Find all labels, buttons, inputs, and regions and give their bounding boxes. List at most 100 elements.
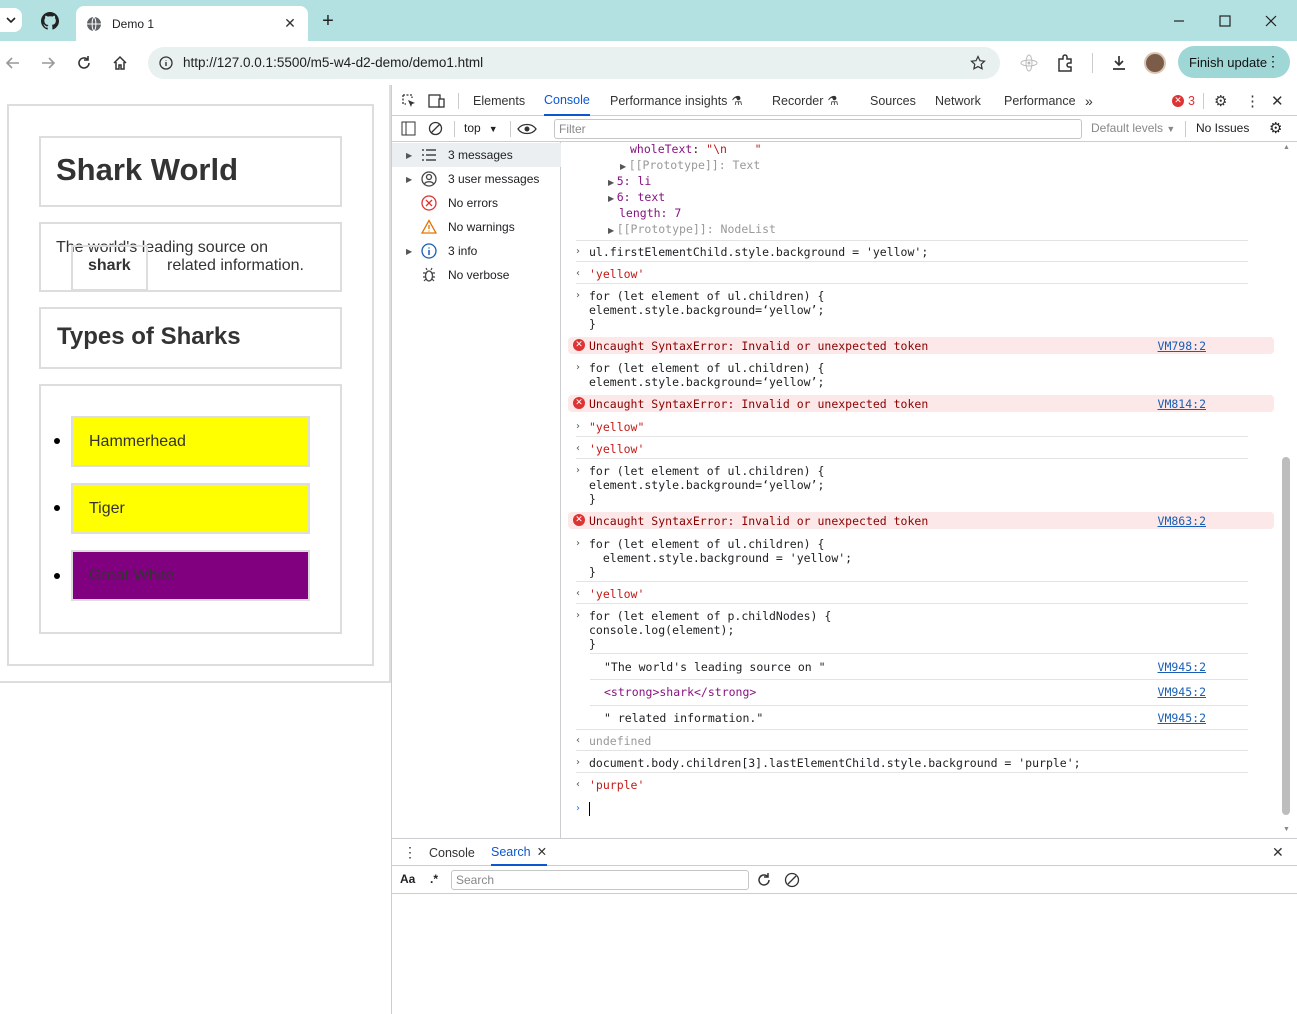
expand-arrow-icon[interactable]: ▶ [608, 178, 617, 187]
extensions-puzzle-icon[interactable] [1053, 51, 1077, 75]
result-arrow-icon: ‹ [576, 588, 580, 599]
expand-arrow-icon[interactable]: ▶ [406, 175, 412, 184]
scrollbar-thumb[interactable] [1282, 457, 1290, 815]
scroll-up-icon[interactable]: ▲ [1283, 144, 1290, 151]
list-icon [421, 147, 437, 163]
prototype-text: [[Prototype]]: Text [628, 158, 761, 172]
sidebar-item-messages[interactable]: ▶ 3 messages [392, 143, 561, 167]
close-tab-icon[interactable]: ✕ [537, 844, 547, 859]
forward-icon[interactable] [36, 51, 60, 75]
live-expression-eye-icon[interactable] [517, 122, 537, 136]
log-output: "The world's leading source on " [604, 660, 826, 674]
input-chevron-icon: › [576, 757, 580, 768]
warning-icon [421, 219, 437, 235]
close-devtools-icon[interactable]: ✕ [1271, 85, 1284, 116]
source-link[interactable]: VM945:2 [1158, 685, 1206, 699]
tab-search-button[interactable] [0, 8, 22, 32]
drawer-tab-console[interactable]: Console [429, 839, 475, 866]
tab-elements[interactable]: Elements [473, 85, 525, 116]
intro-text-after: related information. [167, 257, 304, 274]
drawer-tab-search[interactable]: Search ✕ [491, 839, 548, 866]
sidebar-item-errors[interactable]: No errors [392, 191, 561, 215]
profile-avatar[interactable] [1143, 51, 1167, 75]
caret-down-icon: ▼ [1166, 124, 1176, 134]
sidebar-item-info[interactable]: ▶ 3 info [392, 239, 561, 263]
expand-arrow-icon[interactable]: ▶ [620, 162, 629, 171]
scroll-down-icon[interactable]: ▼ [1283, 826, 1290, 833]
console-scrollbar[interactable]: ▲ ▼ [1279, 142, 1291, 838]
source-link[interactable]: VM945:2 [1158, 711, 1206, 725]
close-window-icon[interactable] [1248, 0, 1294, 41]
context-selector[interactable]: top ▼ [464, 121, 498, 135]
source-link[interactable]: VM945:2 [1158, 660, 1206, 674]
console-settings-icon[interactable]: ⚙ [1269, 119, 1282, 137]
github-icon[interactable] [38, 9, 62, 33]
expand-arrow-icon[interactable]: ▶ [608, 226, 617, 235]
result-arrow-icon: ‹ [576, 735, 580, 746]
device-toolbar-icon[interactable] [428, 85, 446, 116]
tab-sources[interactable]: Sources [870, 85, 916, 116]
expand-arrow-icon[interactable]: ▶ [406, 247, 412, 256]
sidebar-item-warnings[interactable]: No warnings [392, 215, 561, 239]
input-chevron-icon: › [576, 803, 580, 814]
filter-input[interactable]: Filter [554, 119, 1082, 139]
source-link[interactable]: VM814:2 [1158, 397, 1206, 411]
maximize-icon[interactable] [1202, 0, 1248, 41]
log-levels-dropdown[interactable]: Default levels ▼ [1091, 121, 1175, 135]
clear-search-icon[interactable] [784, 872, 800, 888]
tab-performance-insights[interactable]: Performance insights ⚗ [610, 85, 743, 116]
more-tabs-icon[interactable]: » [1085, 85, 1093, 116]
minimize-icon[interactable] [1156, 0, 1202, 41]
search-input[interactable]: Search [451, 870, 749, 890]
settings-gear-icon[interactable]: ⚙ [1214, 85, 1227, 116]
more-options-icon[interactable]: ⋮ [1245, 85, 1260, 116]
inspect-element-icon[interactable] [401, 85, 417, 116]
sidebar-item-verbose[interactable]: No verbose [392, 263, 561, 287]
console-separator [576, 729, 1248, 730]
more-vert-icon[interactable]: ⋮ [1266, 53, 1280, 70]
console-prompt[interactable]: › [562, 802, 1248, 818]
site-info-icon[interactable] [159, 56, 173, 70]
refresh-search-icon[interactable] [756, 872, 772, 888]
sidebar-item-user-messages[interactable]: ▶ 3 user messages [392, 167, 561, 191]
expand-arrow-icon[interactable]: ▶ [406, 151, 412, 160]
console-command: "yellow" [589, 420, 645, 434]
text-cursor [589, 802, 590, 816]
source-link[interactable]: VM863:2 [1158, 514, 1206, 528]
tab-recorder[interactable]: Recorder ⚗ [772, 85, 839, 116]
new-tab-icon[interactable]: + [316, 9, 340, 33]
close-tab-icon[interactable]: ✕ [282, 15, 298, 32]
address-bar[interactable]: http://127.0.0.1:5500/m5-w4-d2-demo/demo… [148, 47, 1000, 79]
list-bullet [54, 573, 60, 579]
finish-update-button[interactable]: Finish update ⋮ [1178, 46, 1290, 78]
console-command: } [589, 565, 596, 579]
tab-performance-insights-label: Performance insights [610, 93, 728, 108]
tab-console[interactable]: Console [544, 85, 590, 116]
extension-react-icon[interactable] [1017, 51, 1041, 75]
bookmark-star-icon[interactable] [970, 55, 986, 71]
drawer-menu-icon[interactable]: ⋮ [403, 839, 417, 866]
clear-console-icon[interactable] [428, 121, 443, 136]
console-command: } [589, 637, 596, 651]
console-command: for (let element of ul.children) { [589, 464, 825, 478]
error-counter[interactable]: ✕ 3 [1172, 85, 1195, 116]
download-icon[interactable] [1107, 51, 1131, 75]
tab-network[interactable]: Network [935, 85, 981, 116]
reload-icon[interactable] [72, 51, 96, 75]
issues-button[interactable]: No Issues [1196, 121, 1249, 135]
home-icon[interactable] [108, 51, 132, 75]
regex-toggle[interactable]: .* [430, 872, 438, 886]
browser-tab-active[interactable]: Demo 1 ✕ [76, 6, 308, 41]
back-icon[interactable] [1, 51, 25, 75]
sidebar-toggle-icon[interactable] [401, 121, 416, 136]
source-link[interactable]: VM798:2 [1158, 339, 1206, 353]
error-count: 3 [1188, 93, 1195, 108]
expand-arrow-icon[interactable]: ▶ [608, 194, 617, 203]
log-output: <strong>shark</strong> [604, 685, 757, 699]
match-case-toggle[interactable]: Aa [400, 872, 415, 886]
console-output: wholeText: "\n " ▶ [[Prototype]]: Text ▶… [562, 142, 1278, 838]
close-drawer-icon[interactable]: ✕ [1272, 839, 1284, 866]
error-icon: ✕ [573, 339, 585, 351]
devtools-panel: Elements Console Performance insights ⚗ R… [391, 85, 1297, 1014]
tab-performance[interactable]: Performance [1004, 85, 1076, 116]
